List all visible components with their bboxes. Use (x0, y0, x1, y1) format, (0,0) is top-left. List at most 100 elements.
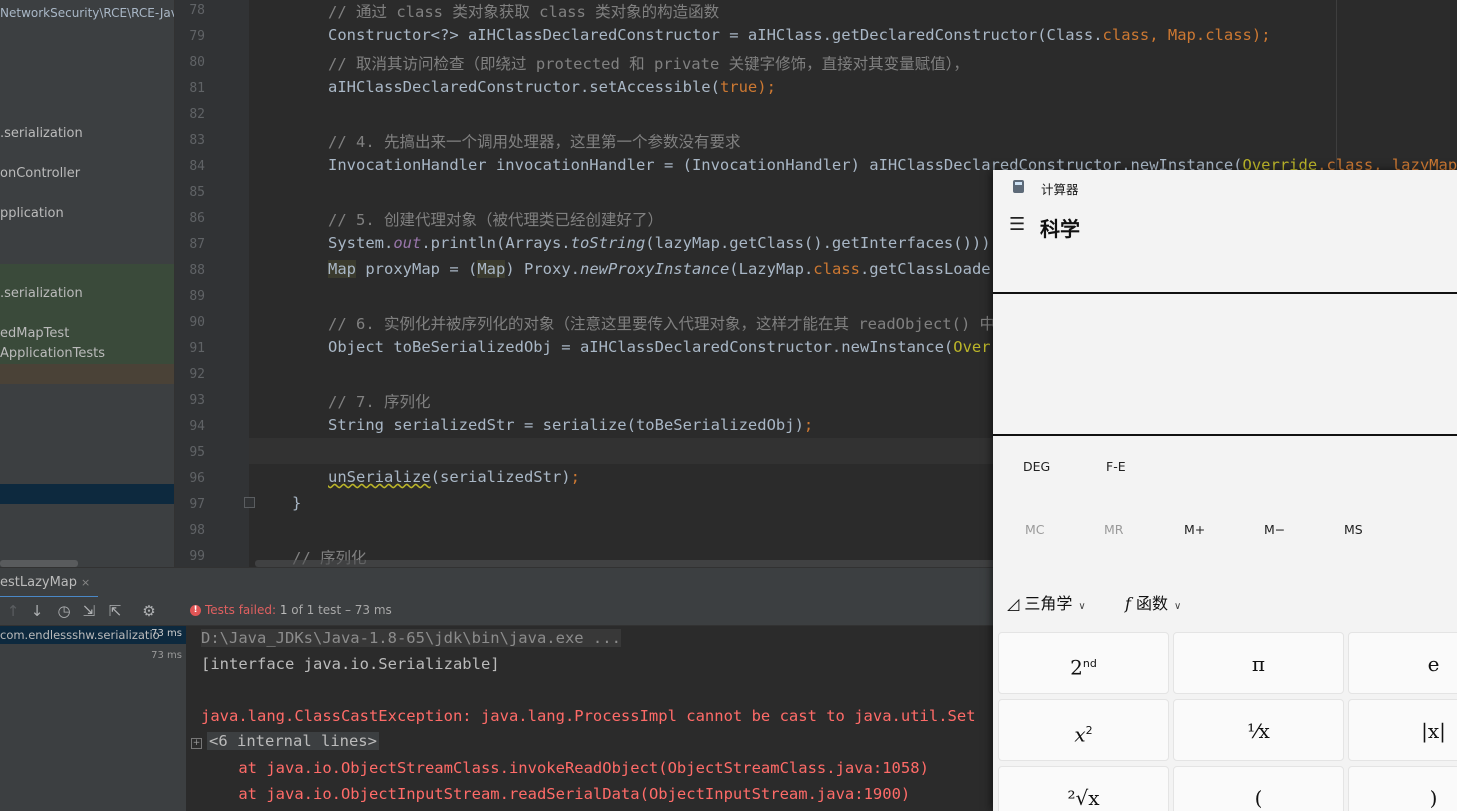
code-line: // 取消其访问检查（即绕过 protected 和 private 关键字修饰… (328, 55, 969, 73)
code-line: // 4. 先搞出来一个调用处理器，这里第一个参数没有要求 (328, 133, 741, 151)
line-number: 99 (189, 549, 205, 564)
console-line: at java.io.ObjectStreamClass.invokeReadO… (201, 759, 929, 777)
line-number: 88 (189, 263, 205, 278)
line-number: 93 (189, 393, 205, 408)
console-output[interactable]: D:\Java_JDKs\Java-1.8-65\jdk\bin\java.ex… (187, 626, 1000, 811)
code-line: } (292, 494, 302, 512)
sidebar-item[interactable]: .serialization (0, 126, 83, 141)
line-number: 94 (189, 419, 205, 434)
code-line: Map proxyMap = (Map) Proxy.newProxyInsta… (328, 260, 1019, 278)
calculator-display (993, 292, 1457, 436)
code-line: // 6. 实例化并被序列化的对象（注意这里要传入代理对象，这样才能在其 rea… (328, 315, 1027, 333)
error-icon: ! (190, 605, 201, 616)
sidebar-item[interactable]: onController (0, 166, 80, 181)
fold-marker-icon[interactable] (244, 497, 255, 508)
line-number: 80 (189, 55, 205, 70)
right-paren-button[interactable]: ) (1348, 766, 1457, 811)
code-line: String serializedStr = serialize(toBeSer… (328, 416, 814, 434)
chevron-down-icon: ∨ (1174, 601, 1182, 612)
calculator-mode: 科学 (1040, 217, 1080, 241)
code-line: // 5. 创建代理对象（被代理类已经创建好了） (328, 211, 663, 229)
run-toolbar: ↑ ↓ ◷ ⇲ ⇱ ⚙ ! Tests failed: 1 of 1 test –… (0, 597, 1000, 626)
line-number: 90 (189, 315, 205, 330)
fe-button[interactable]: F-E (1106, 459, 1126, 474)
console-line: java.lang.ClassCastException: java.lang.… (201, 707, 976, 725)
project-sidebar: NetworkSecurity\RCE\RCE-Jav .serializati… (0, 0, 174, 567)
code-line: unSerialize(serializedStr); (328, 468, 580, 486)
arrow-up-icon[interactable]: ↑ (4, 601, 22, 621)
sidebar-item[interactable]: pplication (0, 206, 64, 221)
trig-dropdown[interactable]: ◿ 三角学 ∨ (1007, 590, 1086, 614)
line-number: 95 (189, 445, 205, 460)
reciprocal-button[interactable]: ⅟x (1173, 699, 1344, 761)
run-tabs: estLazyMap × (0, 567, 1000, 599)
line-number: 83 (189, 133, 205, 148)
line-number: 87 (189, 237, 205, 252)
stack-link[interactable]: ObjectInputStream.java:1900 (649, 785, 901, 803)
sidebar-highlight (0, 364, 174, 384)
sidebar-item[interactable]: edMapTest (0, 326, 69, 341)
e-button[interactable]: e (1348, 632, 1457, 694)
line-number: 79 (189, 29, 205, 44)
tab-run-config[interactable]: estLazyMap × (0, 568, 99, 599)
line-number: 82 (189, 107, 205, 122)
close-icon[interactable]: × (81, 576, 90, 589)
code-line: Object toBeSerializedObj = aIHClassDecla… (328, 338, 1019, 356)
calculator-titlebar[interactable]: 计算器 (993, 170, 1457, 204)
tree-row[interactable]: com.endlessshw.serializatio 73 ms (0, 626, 186, 644)
sidebar-item[interactable]: .serialization (0, 286, 83, 301)
arrow-down-icon[interactable]: ↓ (28, 601, 46, 621)
test-tree: com.endlessshw.serializatio 73 ms 73 ms (0, 626, 187, 811)
code-line: Constructor<?> aIHClassDeclaredConstruct… (328, 26, 1271, 44)
sidebar-scrollbar[interactable] (0, 560, 78, 567)
line-number: 89 (189, 289, 205, 304)
function-dropdown[interactable]: f 函数 ∨ (1125, 590, 1181, 614)
expand-icon[interactable]: + (191, 738, 202, 749)
internal-lines-fold[interactable]: <6 internal lines> (207, 732, 379, 750)
sidebar-item[interactable]: ApplicationTests (0, 346, 105, 361)
history-icon[interactable]: ◷ (55, 601, 73, 621)
sqrt-button[interactable]: ²√x (998, 766, 1169, 811)
stack-link[interactable]: ObjectStreamClass.java:1058 (668, 759, 920, 777)
line-number: 96 (189, 471, 205, 486)
window-title: 计算器 (1041, 182, 1079, 197)
line-gutter: 78 79 80 81 82 83 84 85 86 87 88 89 90 9… (175, 0, 249, 567)
left-paren-button[interactable]: ( (1173, 766, 1344, 811)
line-number: 86 (189, 211, 205, 226)
code-line: // 通过 class 类对象获取 class 类对象的构造函数 (328, 3, 720, 21)
gear-icon[interactable]: ⚙ (140, 601, 158, 621)
second-button[interactable]: 2nd (998, 632, 1169, 694)
memory-recall-button[interactable]: MR (1104, 522, 1123, 537)
tree-row[interactable]: 73 ms (0, 648, 186, 666)
absolute-button[interactable]: |x| (1348, 699, 1457, 761)
code-line: // 7. 序列化 (328, 393, 431, 411)
line-number: 78 (189, 3, 205, 18)
pi-button[interactable]: π (1173, 632, 1344, 694)
code-line: aIHClassDeclaredConstructor.setAccessibl… (328, 78, 776, 96)
function-icon: f (1125, 594, 1137, 613)
memory-subtract-button[interactable]: M− (1264, 522, 1285, 537)
line-number: 98 (189, 523, 205, 538)
memory-add-button[interactable]: M+ (1184, 522, 1205, 537)
line-number: 97 (189, 497, 205, 512)
memory-clear-button[interactable]: MC (1025, 522, 1045, 537)
angle-mode-button[interactable]: DEG (1023, 459, 1050, 474)
line-number: 84 (189, 159, 205, 174)
memory-store-button[interactable]: MS (1344, 522, 1363, 537)
triangle-icon: ◿ (1007, 594, 1025, 613)
line-number: 91 (189, 341, 205, 356)
calculator-icon (1013, 180, 1024, 193)
line-number: 81 (189, 81, 205, 96)
export-icon[interactable]: ⇱ (106, 601, 124, 621)
hamburger-menu-icon[interactable]: ☰ (1009, 214, 1025, 235)
line-number: 92 (189, 367, 205, 382)
editor-scrollbar[interactable] (255, 560, 1075, 567)
code-line: System.out.println(Arrays.toString(lazyM… (328, 234, 1000, 252)
chevron-down-icon: ∨ (1078, 601, 1086, 612)
function-row: ◿ 三角学 ∨ f 函数 ∨ (993, 565, 1457, 635)
import-icon[interactable]: ⇲ (80, 601, 98, 621)
console-line: [interface java.io.Serializable] (201, 655, 500, 673)
test-status: ! Tests failed: 1 of 1 test – 73 ms (190, 603, 392, 617)
project-path: NetworkSecurity\RCE\RCE-Jav (0, 6, 174, 20)
square-button[interactable]: x2 (998, 699, 1169, 761)
